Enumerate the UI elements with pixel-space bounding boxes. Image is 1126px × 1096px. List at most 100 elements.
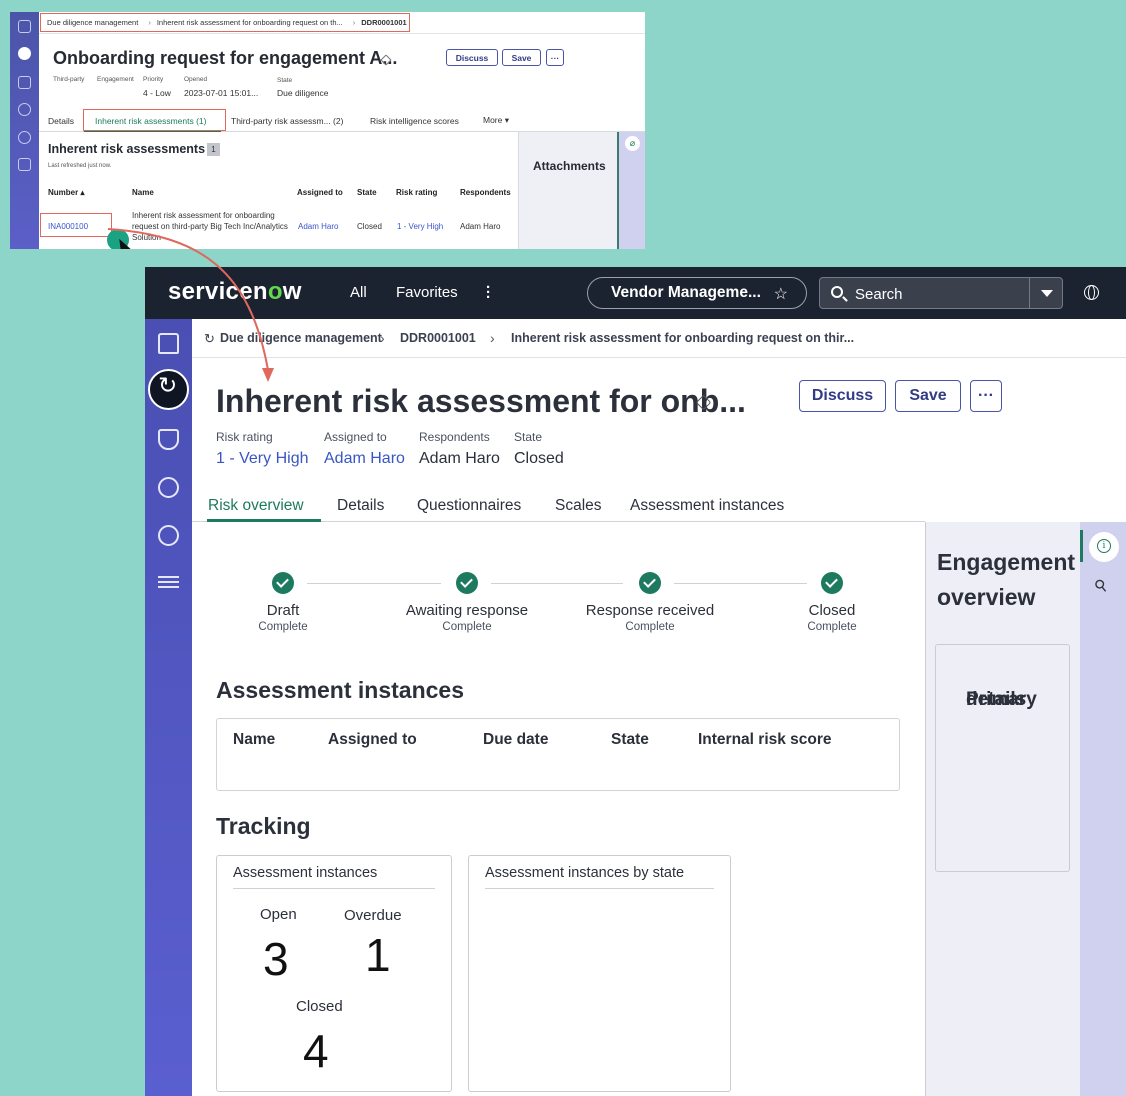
search-dropdown-icon[interactable] [1029,278,1062,308]
state-value: Closed [514,450,564,467]
inset-priority-label: Priority [143,76,164,83]
crumb-due-diligence[interactable]: Due diligence management [220,331,382,345]
inset-save-button[interactable]: Save [502,49,541,66]
save-button[interactable]: Save [895,380,961,412]
inset-paperclip-icon[interactable]: ⌀ [625,136,640,151]
inset-col-assigned[interactable]: Assigned to [297,188,343,197]
inset-state-value: Due diligence [277,88,329,98]
step-awaiting-status: Complete [442,621,492,633]
search-placeholder: Search [855,286,903,303]
col-internal-risk-score[interactable]: Internal risk score [698,731,832,749]
col-name[interactable]: Name [233,731,275,749]
inset-list-icon[interactable] [18,158,31,171]
inset-row-respondents: Adam Haro [460,222,501,231]
panel-title-line-2: overview [937,584,1036,610]
stepper-connector [491,583,623,584]
list-icon[interactable] [158,576,179,588]
tab-scales[interactable]: Scales [555,497,602,515]
check-circle-icon[interactable] [158,525,179,546]
globe-icon[interactable] [1084,285,1099,300]
inset-attachments-title: Attachments [533,159,606,173]
open-count[interactable]: 3 [263,932,289,986]
inset-opened-value: 2023-07-01 15:01... [184,88,259,98]
application-scope-selector[interactable]: Vendor Manageme... ☆ [587,277,807,309]
assigned-to-link[interactable]: Adam Haro [324,450,405,468]
inset-tab-details[interactable]: Details [48,116,74,126]
step-closed-label: Closed [808,602,856,619]
risk-rating-link[interactable]: 1 - Very High [216,450,308,468]
inset-check-icon[interactable] [18,131,31,144]
servicenow-logo[interactable]: servicenow [168,278,302,306]
inset-shield-icon[interactable] [18,76,31,89]
star-icon[interactable]: ☆ [774,284,788,304]
step-draft-label: Draft [266,602,300,619]
nav-favorites[interactable]: Favorites [396,284,458,301]
inset-tab-risk-intel[interactable]: Risk intelligence scores [370,116,459,126]
inset-record-title: Onboarding request for engagement A... [53,48,398,68]
top-navigation-bar: servicenow All Favorites · · · Vendor Mana… [145,267,1126,319]
inset-col-state[interactable]: State [357,188,377,197]
inset-thirdparty-label: Third-party [53,76,85,83]
inset-workspace-icon[interactable] [18,47,31,60]
shield-icon[interactable] [158,429,179,450]
col-due-date[interactable]: Due date [483,731,548,749]
crumb-separator: › [380,330,385,346]
inset-row-assigned-link[interactable]: Adam Haro [298,222,338,231]
discuss-button[interactable]: Discuss [799,380,886,412]
inset-more-button[interactable]: ··· [546,49,564,66]
inset-screenshot: Due diligence management › Inherent risk… [10,12,645,249]
nav-more-icon[interactable]: · · · [486,280,491,305]
main-window: servicenow All Favorites · · · Vendor Mana… [145,267,1126,1096]
record-tabs: Risk overview Details Questionnaires Sca… [192,491,925,522]
inset-opened-label: Opened [184,76,208,83]
inset-col-name[interactable]: Name [132,188,154,197]
card-divider [485,888,714,889]
tab-risk-overview[interactable]: Risk overview [208,497,304,515]
crumb-refresh-icon: ↻ [204,331,215,346]
tab-details[interactable]: Details [337,497,384,515]
panel-title-line-1: Engagement [937,549,1076,575]
card-title: Assessment instances by state [485,865,685,881]
inset-attachments-rail: ⌀ [617,132,645,249]
stepper-connector [674,583,807,584]
crumb-ddr[interactable]: DDR0001001 [400,331,476,345]
inset-home-icon[interactable] [18,20,31,33]
step-awaiting-label: Awaiting response [405,602,529,619]
more-actions-button[interactable]: ··· [970,380,1002,412]
tab-assessment-instances[interactable]: Assessment instances [630,497,784,515]
nav-all[interactable]: All [350,284,367,301]
col-state[interactable]: State [611,731,649,749]
closed-count[interactable]: 4 [303,1024,329,1078]
info-icon[interactable] [1089,532,1119,562]
inset-highlight-number [40,213,112,237]
primary-line-2: details [966,689,1027,710]
inset-row-risk-link[interactable]: 1 - Very High [397,222,443,231]
inset-highlight-breadcrumb [40,13,410,32]
inset-col-number[interactable]: Number ▴ [48,188,84,197]
inset-section-count: 1 [207,143,220,156]
person-icon[interactable] [158,477,179,498]
assessment-instances-table: Name Assigned to Due date State Internal… [216,718,900,791]
step-closed-status: Complete [807,621,857,633]
home-icon[interactable] [158,333,179,354]
tab-questionnaires[interactable]: Questionnaires [417,497,521,515]
card-title: Assessment instances [233,865,378,881]
state-label: State [514,430,543,444]
paperclip-icon[interactable]: ⚲ [1090,574,1111,596]
inset-discuss-button[interactable]: Discuss [446,49,498,66]
inset-attachments-panel: Attachments [518,132,621,249]
step-draft-status: Complete [258,621,308,633]
inset-tab-more[interactable]: More ▾ [483,115,509,126]
respondents-label: Respondents [419,430,490,444]
workspace-refresh-icon[interactable] [148,369,189,410]
step-draft-check-icon [272,572,294,594]
inset-tab-thirdparty-risk[interactable]: Third-party risk assessm... (2) [231,116,343,126]
inset-col-risk[interactable]: Risk rating [396,188,437,197]
crumb-current[interactable]: Inherent risk assessment for onboarding … [511,331,854,345]
search-icon [831,286,843,298]
inset-col-respondents[interactable]: Respondents [460,188,511,197]
overdue-count[interactable]: 1 [365,928,391,982]
col-assigned-to[interactable]: Assigned to [328,731,417,749]
global-search[interactable]: Search [819,277,1063,309]
inset-person-icon[interactable] [18,103,31,116]
